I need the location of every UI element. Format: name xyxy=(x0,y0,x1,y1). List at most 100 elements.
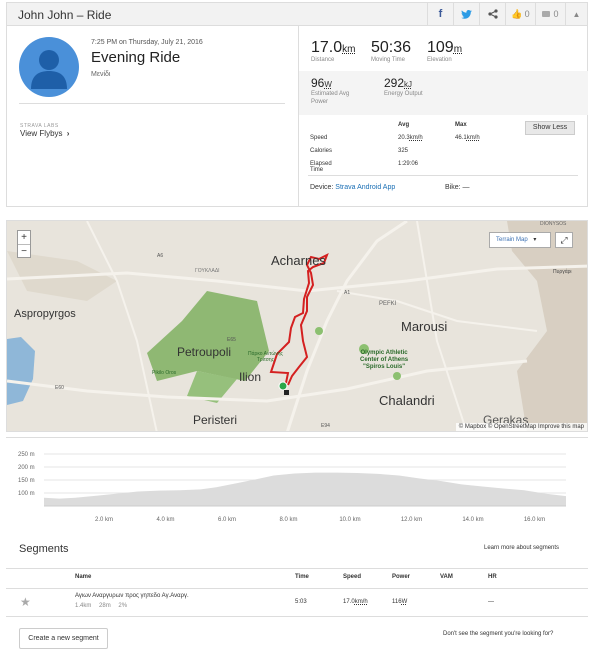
x-tick-label: 4.0 km xyxy=(156,517,174,523)
segments-table: Name Time Speed Power VAM HR ★ Αγιων Ανα… xyxy=(6,568,588,617)
map-attribution[interactable]: © Mapbox © OpenStreetMap Improve this ma… xyxy=(455,423,587,431)
speed-avg: 20.3km/h xyxy=(398,135,423,141)
segment-name-link[interactable]: Αγιων Αναργυρων προς γηπεδο Αγ.Αναργ. xyxy=(75,593,189,599)
bike-info: Bike: — xyxy=(445,184,470,191)
stat-distance: 17.0km Distance xyxy=(311,39,355,63)
divider xyxy=(308,175,578,176)
map-label-road-e65: E65 xyxy=(227,337,236,343)
x-tick-label: 12.0 km xyxy=(401,517,422,523)
stat-energy: 292kJ Energy Output xyxy=(384,76,423,98)
speed-max-value: 46.1 xyxy=(455,135,467,141)
route-start-marker xyxy=(278,381,288,391)
share-button[interactable] xyxy=(479,3,505,25)
elevation-unit: m xyxy=(453,44,463,55)
y-tick-label: 100 m xyxy=(18,491,35,497)
energy-value: 292 xyxy=(384,76,405,90)
secondary-stats: 96W Estimated Avg Power 292kJ Energy Out… xyxy=(299,71,588,115)
facebook-share-button[interactable]: f xyxy=(427,3,453,25)
missing-segment-link[interactable]: Don't see the segment you're looking for… xyxy=(443,631,553,637)
comment-button[interactable]: 0 xyxy=(535,3,565,25)
segment-power-unit: W xyxy=(401,599,408,605)
stat-avg-power: 96W Estimated Avg Power xyxy=(311,76,349,106)
device-link[interactable]: Strava Android App xyxy=(335,184,395,191)
calories-label: Calories xyxy=(310,148,333,154)
segment-power: 116W xyxy=(392,599,407,605)
map-label-olympic-center: Olympic Athletic Center of Athens "Spiro… xyxy=(360,350,408,371)
map-label-acharnes: Acharnes xyxy=(271,253,326,268)
segment-meta: 1.4km 28m 2% xyxy=(75,603,127,609)
star-icon[interactable]: ★ xyxy=(20,595,31,609)
share-icon xyxy=(487,9,498,19)
activity-header-bar: John John – Ride f 👍 0 0 ▲ xyxy=(6,2,588,26)
olympic-label-line1: Olympic Athletic xyxy=(360,350,408,356)
segment-hr: — xyxy=(488,599,494,605)
distance-label: Distance xyxy=(311,57,335,63)
collapse-button[interactable]: ▲ xyxy=(565,3,587,25)
elevation-value: 109 xyxy=(427,39,454,56)
seg-header-vam: VAM xyxy=(440,574,453,580)
segment-time: 5:03 xyxy=(295,599,307,605)
activity-title[interactable]: Evening Ride xyxy=(91,49,180,66)
map-label-pikilo: Pikilo Oros xyxy=(152,370,177,376)
twitter-share-button[interactable] xyxy=(453,3,479,25)
speed-max-unit: km/h xyxy=(466,135,480,141)
zoom-in-button[interactable]: + xyxy=(18,231,30,245)
olympic-label-line3: "Spiros Louis" xyxy=(363,364,406,370)
route-finish-marker xyxy=(284,390,289,395)
page-title: John John – Ride xyxy=(18,8,112,22)
avg-power-label-1: Estimated Avg xyxy=(311,91,350,97)
terrain-map-dropdown[interactable]: Terrain Map ▾ xyxy=(489,232,551,248)
segment-power-value: 116 xyxy=(392,599,402,605)
activity-date: 7:25 PM on Thursday, July 21, 2016 xyxy=(91,39,203,46)
col-max-header: Max xyxy=(455,122,467,128)
seg-header-speed: Speed xyxy=(343,574,362,580)
x-tick-label: 14.0 km xyxy=(462,517,483,523)
avg-power-unit: W xyxy=(324,80,332,89)
elevation-label: Elevation xyxy=(427,57,452,63)
learn-more-segments-link[interactable]: Learn more about segments xyxy=(484,545,559,551)
map-label-park: Πάρκο Αντώνης Τρίτσης xyxy=(248,351,283,363)
device-label: Device: xyxy=(310,184,334,191)
route-map[interactable]: Acharnes Aspropyrgos Petroupoli Marousi … xyxy=(6,220,588,432)
segment-grade: 2% xyxy=(118,603,128,609)
twitter-icon xyxy=(461,9,472,19)
elapsed-time-value: 1:29:06 xyxy=(398,161,419,167)
energy-label: Energy Output xyxy=(384,91,423,97)
x-tick-label: 16.0 km xyxy=(524,517,545,523)
chevron-down-icon: ▾ xyxy=(533,237,537,243)
moving-time-value: 50:36 xyxy=(371,39,412,56)
map-label-pyrgari: Πυργάρι xyxy=(553,269,572,275)
speed-label: Speed xyxy=(310,135,328,141)
segment-elev: 28m xyxy=(99,603,111,609)
fullscreen-icon: ⤢ xyxy=(560,235,568,245)
table-row[interactable]: ★ Αγιων Αναργυρων προς γηπεδο Αγ.Αναργ. … xyxy=(6,588,588,617)
seg-header-name: Name xyxy=(75,574,92,580)
map-label-road-a6: A6 xyxy=(157,253,164,259)
comment-icon xyxy=(542,11,551,17)
view-flybys-label: View Flybys xyxy=(20,129,63,138)
col-avg-header: Avg xyxy=(398,122,410,128)
map-label-pefki: PEFKI xyxy=(379,301,397,307)
terrain-map-label: Terrain Map xyxy=(496,237,528,243)
primary-stats: 17.0km Distance 50:36 Moving Time 109m E… xyxy=(299,26,588,71)
header-actions: f 👍 0 0 ▲ xyxy=(427,3,587,25)
map-label-road-a1: A1 xyxy=(344,290,351,296)
kudos-button[interactable]: 👍 0 xyxy=(505,3,535,25)
show-less-button[interactable]: Show Less xyxy=(525,121,575,135)
x-tick-label: 2.0 km xyxy=(95,517,113,523)
zoom-out-button[interactable]: − xyxy=(18,245,30,259)
map-label-road-e60: E60 xyxy=(55,385,64,391)
map-label-chalandri: Chalandri xyxy=(379,393,435,408)
avatar[interactable] xyxy=(19,37,79,97)
x-tick-label: 6.0 km xyxy=(218,517,236,523)
comment-count: 0 xyxy=(553,9,559,19)
facebook-icon: f xyxy=(438,8,443,20)
elevation-chart[interactable]: 250 m 200 m 150 m 100 m 2.0 km 4.0 km 6.0 km 8.… xyxy=(6,437,588,529)
stat-moving-time: 50:36 Moving Time xyxy=(371,39,411,63)
fullscreen-button[interactable]: ⤢ xyxy=(555,232,573,248)
view-flybys-link[interactable]: View Flybys › xyxy=(20,129,69,138)
create-segment-button[interactable]: Create a new segment xyxy=(19,628,108,649)
seg-header-power: Power xyxy=(392,574,411,580)
map-label-dionysos: DIONYSOS xyxy=(540,221,567,227)
divider xyxy=(19,103,285,104)
